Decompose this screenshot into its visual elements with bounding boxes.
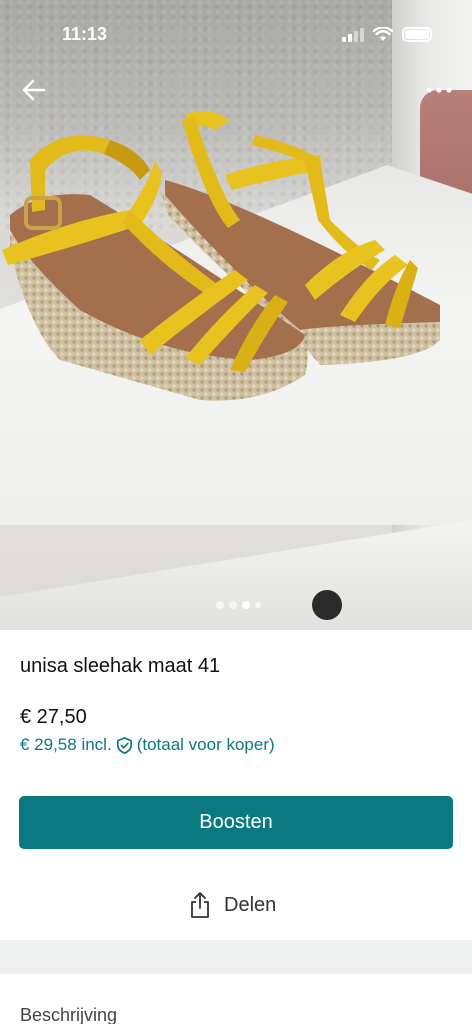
boost-button[interactable]: Boosten — [19, 796, 453, 849]
back-arrow-icon[interactable] — [20, 76, 48, 104]
signal-icon — [342, 27, 364, 42]
status-icons — [342, 27, 432, 42]
buyer-total-note: (totaal voor koper) — [136, 735, 275, 754]
carousel-dot[interactable] — [255, 602, 261, 608]
photo-drawer — [0, 520, 472, 630]
section-divider — [0, 940, 472, 974]
product-photo[interactable]: 11:13 — [0, 0, 472, 630]
share-icon — [191, 892, 209, 918]
more-dots-icon[interactable] — [424, 80, 454, 100]
listing-price: € 27,50 — [20, 706, 87, 728]
photo-drawer-knob — [312, 590, 342, 620]
wifi-icon — [373, 27, 393, 41]
status-time: 11:13 — [62, 24, 108, 44]
share-label: Delen — [224, 893, 277, 916]
carousel-dot[interactable] — [216, 601, 224, 609]
listing-title: unisa sleehak maat 41 — [20, 655, 221, 677]
carousel-dot-active[interactable] — [242, 601, 250, 609]
shield-check-icon — [116, 736, 132, 754]
carousel-dot[interactable] — [229, 601, 237, 609]
share-button[interactable]: Delen — [188, 891, 276, 919]
description-heading: Beschrijving — [20, 1005, 118, 1024]
buyer-price-info[interactable]: € 29,58 incl. (totaal voor koper) — [20, 735, 275, 755]
carousel-indicator — [216, 601, 261, 609]
battery-icon — [402, 27, 432, 42]
price-incl-text: € 29,58 incl. — [20, 735, 112, 754]
wedge-sandals-illustration — [2, 111, 440, 401]
